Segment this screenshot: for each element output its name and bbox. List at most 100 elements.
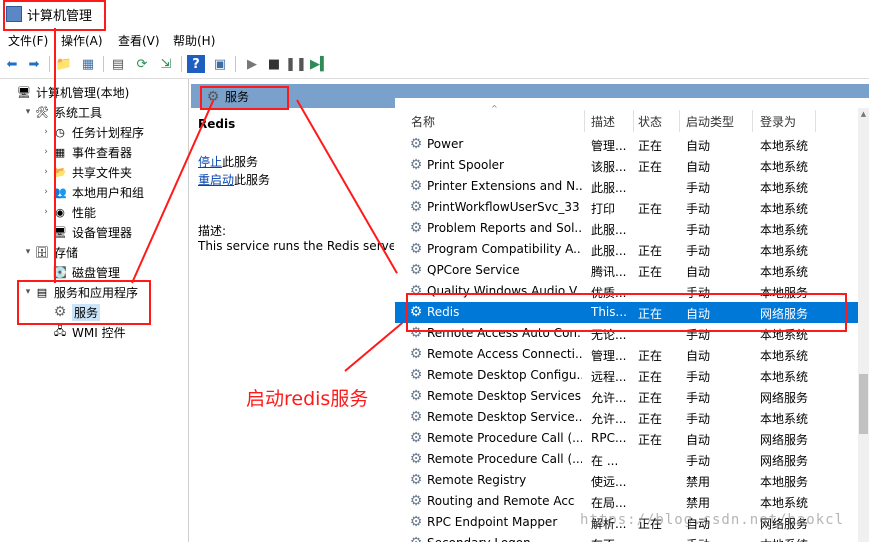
scroll-up-icon[interactable]: ▲ (858, 110, 869, 118)
description-text: This service runs the Redis server (198, 239, 394, 253)
service-row[interactable]: ⚙ Remote Desktop Services 允许... 正在 手动 网络服务 (395, 386, 869, 407)
tree-item-label: 计算机管理(本地) (36, 85, 130, 100)
column-header-logon-as[interactable]: 登录为 (760, 110, 796, 132)
service-row[interactable]: ⚙ PrintWorkflowUserSvc_33 打印 正在 手动 本地系统 (395, 197, 869, 218)
service-startup: 手动 (686, 370, 711, 384)
vertical-scrollbar[interactable] (858, 108, 869, 542)
sort-ascending-icon: ^ (491, 104, 498, 113)
service-gear-icon: ⚙ (409, 220, 423, 236)
service-desc: 腾讯... (591, 265, 627, 279)
service-startup: 自动 (686, 265, 711, 279)
service-status: 正在 (638, 433, 663, 447)
service-gear-icon: ⚙ (409, 514, 423, 530)
service-row[interactable]: ⚙ Remote Desktop Service... 允许... 正在 手动 本地系统 (395, 407, 869, 428)
service-row[interactable]: ⚙ Problem Reports and Sol... 此服... 手动 本地系统 (395, 218, 869, 239)
expand-arrow-icon[interactable]: › (40, 187, 52, 197)
scrollbar-thumb[interactable] (859, 374, 868, 434)
service-gear-icon: ⚙ (409, 178, 423, 194)
service-logon: 本地系统 (760, 349, 809, 363)
restart-icon[interactable]: ▶▍ (310, 55, 330, 73)
annotation-box-redis-row (406, 293, 847, 332)
help-icon[interactable]: ? (187, 55, 205, 73)
expand-arrow-icon[interactable]: › (40, 207, 52, 217)
forward-arrow-icon[interactable]: ➡ (25, 55, 43, 73)
stop-icon[interactable]: ■ (265, 55, 283, 73)
service-desc: 管理... (591, 139, 627, 153)
restart-suffix: 此服务 (234, 173, 271, 187)
annotation-box-title (3, 0, 106, 31)
console-icon[interactable]: ▣ (211, 55, 229, 73)
service-logon: 本地系统 (760, 244, 809, 258)
service-name: Remote Procedure Call (... (427, 431, 582, 445)
refresh-icon[interactable]: ⟳ (133, 55, 151, 73)
pause-icon[interactable]: ❚❚ (285, 55, 307, 73)
tree-item-label: 性能 (72, 205, 97, 220)
export-icon[interactable]: ⇲ (157, 55, 175, 73)
tree-item[interactable]: 🖧 WMI 控件 (40, 322, 126, 342)
stop-suffix: 此服务 (222, 155, 259, 169)
tree-item[interactable]: 🖥 计算机管理(本地) (4, 82, 129, 102)
service-name: Remote Desktop Services (427, 389, 582, 403)
title-bar: 计算机管理 (0, 0, 869, 30)
service-desc: 远程... (591, 370, 627, 384)
tree-item[interactable]: › ◉ 性能 (40, 202, 96, 222)
service-startup: 自动 (686, 160, 711, 174)
service-gear-icon: ⚙ (409, 346, 423, 362)
service-status: 正在 (638, 160, 663, 174)
service-row[interactable]: ⚙ Remote Registry 使远... 禁用 本地服务 (395, 470, 869, 491)
service-row[interactable]: ⚙ Printer Extensions and N... 此服... 手动 本地系统 (395, 176, 869, 197)
service-startup: 手动 (686, 536, 748, 542)
service-name: Power (427, 137, 464, 151)
service-desc: 在不... (591, 536, 631, 542)
tree-item-label: WMI 控件 (72, 325, 126, 340)
service-row[interactable]: ⚙ Remote Procedure Call (... 在 ... 手动 网络服务 (395, 449, 869, 470)
service-gear-icon: ⚙ (409, 472, 423, 488)
service-status: 正在 (638, 412, 663, 426)
service-startup: 手动 (686, 412, 711, 426)
column-header-name[interactable]: 名称 (411, 110, 435, 132)
service-logon: 本地系统 (760, 496, 809, 510)
menu-help[interactable]: 帮助(H) (173, 32, 215, 49)
column-header-startup-type[interactable]: 启动类型 (686, 110, 734, 132)
tree-item[interactable]: ▾ 🗄 存储 (22, 242, 78, 262)
service-row[interactable]: ⚙ Remote Desktop Configu... 远程... 正在 手动 本地系统 (395, 365, 869, 386)
service-startup: 手动 (686, 181, 711, 195)
tree-item[interactable]: 💽 磁盘管理 (40, 262, 120, 282)
stop-service-link[interactable]: 停止 (198, 155, 222, 169)
expand-arrow-icon[interactable]: › (40, 127, 52, 137)
service-desc: 在 ... (591, 454, 619, 468)
service-name: Secondary Logon (427, 536, 582, 542)
service-row[interactable]: ⚙Secondary Logon 在不... 手动 本地系统 (395, 533, 869, 542)
service-row[interactable]: ⚙ Remote Procedure Call (... RPC... 正在 自动 网络服… (395, 428, 869, 449)
annotation-line-vertical (54, 28, 56, 283)
play-icon[interactable]: ▶ (243, 55, 261, 73)
service-desc: 该服... (591, 160, 627, 174)
service-row[interactable]: ⚙ Routing and Remote Acc 在局... 禁用 本地系统 (395, 491, 869, 512)
tree-item[interactable]: ▾ 🛠 系统工具 (22, 102, 102, 122)
service-logon: 本地系统 (760, 370, 809, 384)
tools-icon: 🛠 (35, 105, 49, 119)
menu-action[interactable]: 操作(A) (61, 32, 103, 49)
column-header-description[interactable]: 描述 (591, 110, 615, 132)
properties-icon[interactable]: ▤ (109, 55, 127, 73)
menu-view[interactable]: 查看(V) (118, 32, 160, 49)
menu-file[interactable]: 文件(F) (8, 32, 48, 49)
back-arrow-icon[interactable]: ⬅ (3, 55, 21, 73)
service-startup: 手动 (686, 223, 711, 237)
service-row[interactable]: ⚙ Power 管理... 正在 自动 本地系统 (395, 134, 869, 155)
service-row[interactable]: ⚙ Remote Access Connecti... 管理... 正在 自动 本地系统 (395, 344, 869, 365)
restart-service-link[interactable]: 重启动 (198, 173, 234, 187)
expand-arrow-icon[interactable]: ▾ (22, 247, 34, 257)
expand-arrow-icon[interactable]: › (40, 167, 52, 177)
detail-pane (191, 79, 394, 542)
expand-arrow-icon[interactable]: ▾ (22, 107, 34, 117)
service-gear-icon: ⚙ (409, 199, 423, 215)
service-startup: 禁用 (686, 496, 711, 510)
up-folder-icon[interactable]: 📁 (55, 55, 73, 73)
service-row[interactable]: ⚙ Print Spooler 该服... 正在 自动 本地系统 (395, 155, 869, 176)
show-tree-icon[interactable]: ▦ (79, 55, 97, 73)
expand-arrow-icon[interactable]: › (40, 147, 52, 157)
column-header-status[interactable]: 状态 (638, 110, 662, 132)
service-row[interactable]: ⚙ Program Compatibility A... 此服... 正在 手动 本地系统 (395, 239, 869, 260)
service-row[interactable]: ⚙ QPCore Service 腾讯... 正在 自动 本地系统 (395, 260, 869, 281)
